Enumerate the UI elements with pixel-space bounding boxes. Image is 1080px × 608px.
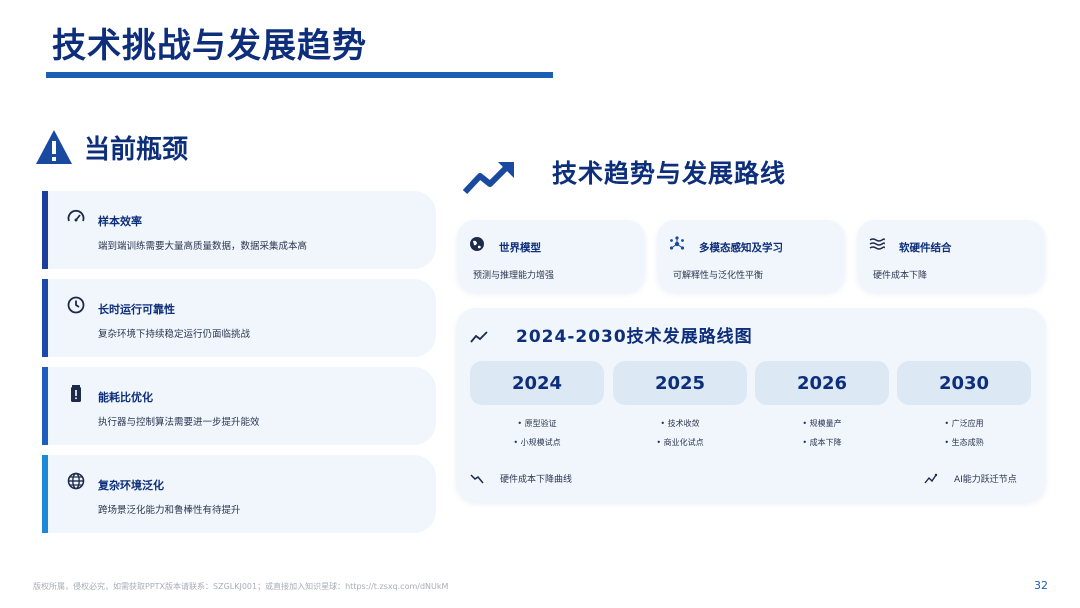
card-desc: 执行器与控制算法需要进一步提升能效 <box>98 417 260 428</box>
bottleneck-card: 长时运行可靠性 复杂环境下持续稳定运行仍面临挑战 <box>42 279 436 357</box>
card-desc: 复杂环境下持续稳定运行仍面临挑战 <box>98 329 251 340</box>
card-title: 样本效率 <box>98 215 142 228</box>
bottleneck-title: 当前瓶颈 <box>84 134 189 165</box>
line-chart-icon <box>470 331 488 343</box>
bottleneck-card: 复杂环境泛化 跨场景泛化能力和鲁棒性有待提升 <box>42 455 436 533</box>
year-badge: 2030 <box>897 361 1031 405</box>
year-badge: 2025 <box>613 361 747 405</box>
globe-icon <box>470 237 484 251</box>
card-desc: 跨场景泛化能力和鲁棒性有待提升 <box>98 505 241 516</box>
tile-title: 多模态感知及学习 <box>699 242 783 254</box>
page-title: 技术挑战与发展趋势 <box>52 26 367 66</box>
year-badge: 2026 <box>755 361 889 405</box>
tile-desc: 可解释性与泛化性平衡 <box>673 271 764 281</box>
bottleneck-card: 样本效率 端到端训练需要大量高质量数据，数据采集成本高 <box>42 191 436 269</box>
milestone-item: 原型验证 <box>470 414 604 433</box>
trending-down-icon <box>470 473 484 483</box>
bottleneck-heading: 当前瓶颈 <box>34 128 188 166</box>
page-number: 32 <box>1034 579 1048 592</box>
trend-tile: 软硬件结合 硬件成本下降 <box>857 220 1045 292</box>
bottleneck-card: 能耗比优化 执行器与控制算法需要进一步提升能效 <box>42 367 436 445</box>
trending-up-icon <box>462 162 514 195</box>
ai-node-label: AI能力跃迁节点 <box>954 475 1017 485</box>
year-points: 原型验证 小规模试点 <box>470 414 604 452</box>
milestone-item: 商业化试点 <box>613 433 747 452</box>
sparkle-icon <box>924 473 938 483</box>
warning-icon <box>36 130 72 164</box>
trend-tile: 世界模型 预测与推理能力增强 <box>457 220 645 292</box>
milestone-item: 生态成熟 <box>897 433 1031 452</box>
milestone-item: 小规模试点 <box>470 433 604 452</box>
year-badge: 2024 <box>470 361 604 405</box>
waves-icon <box>869 238 885 250</box>
tile-desc: 预测与推理能力增强 <box>473 271 555 281</box>
tile-title: 世界模型 <box>499 242 541 254</box>
card-title: 能耗比优化 <box>98 391 153 404</box>
clock-icon <box>67 296 85 314</box>
year-points: 技术收敛 商业化试点 <box>613 414 747 452</box>
roadmap-title: 2024-2030技术发展路线图 <box>516 327 753 347</box>
copyright-text: 版权所属，侵权必究，如需获取PPTX版本请联系：SZGLKJ001；或直接加入知… <box>33 582 449 591</box>
title-underline <box>46 72 553 78</box>
milestone-item: 技术收敛 <box>613 414 747 433</box>
cost-curve-legend: 硬件成本下降曲线 <box>470 472 572 485</box>
milestone-item: 规模量产 <box>755 414 889 433</box>
card-title: 复杂环境泛化 <box>98 479 164 492</box>
milestone-item: 成本下降 <box>755 433 889 452</box>
tile-title: 软硬件结合 <box>899 242 952 254</box>
tile-desc: 硬件成本下降 <box>873 271 928 281</box>
network-icon <box>669 236 685 250</box>
roadmap-panel: 2024-2030技术发展路线图 2024 2025 2026 2030 原型验… <box>456 308 1046 502</box>
gauge-icon <box>67 209 85 222</box>
cost-curve-label: 硬件成本下降曲线 <box>500 475 573 485</box>
milestone-item: 广泛应用 <box>897 414 1031 433</box>
battery-icon <box>71 385 81 402</box>
globe-icon <box>67 472 85 490</box>
card-title: 长时运行可靠性 <box>98 303 175 316</box>
year-points: 规模量产 成本下降 <box>755 414 889 452</box>
trends-title: 技术趋势与发展路线 <box>552 159 787 188</box>
year-points: 广泛应用 生态成熟 <box>897 414 1031 452</box>
ai-node-legend: AI能力跃迁节点 <box>924 472 1017 485</box>
trend-tile: 多模态感知及学习 可解释性与泛化性平衡 <box>657 220 845 292</box>
card-desc: 端到端训练需要大量高质量数据，数据采集成本高 <box>98 241 308 252</box>
